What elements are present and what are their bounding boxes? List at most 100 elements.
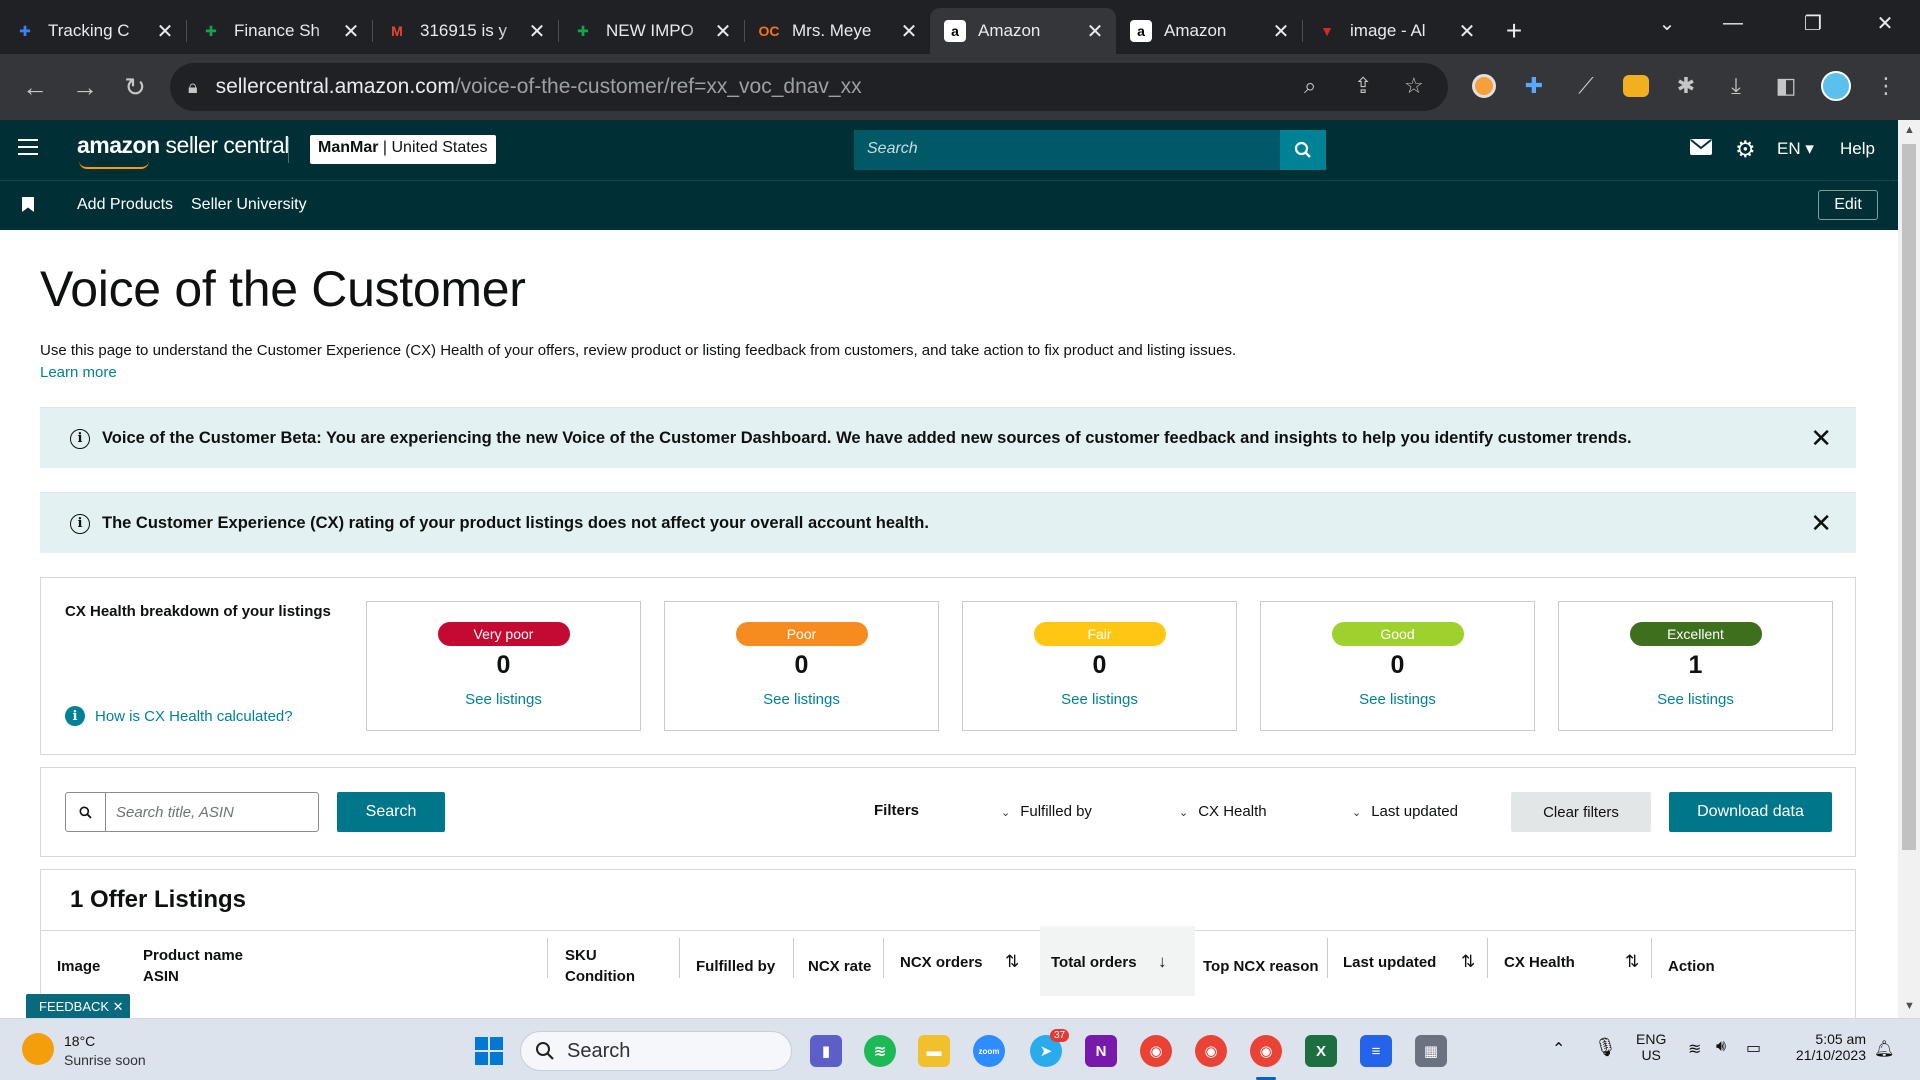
browser-tab[interactable]: M 316915 is y ✕ [372, 8, 558, 54]
header-search-button[interactable] [1280, 130, 1326, 170]
tray-overflow-chevron-icon[interactable]: ⌃ [1552, 1039, 1565, 1059]
browser-menu-icon[interactable]: ⋮ [1870, 70, 1902, 102]
weather-temp[interactable]: 18°C [64, 1033, 95, 1049]
browser-tab[interactable]: a Amazon ✕ [1116, 8, 1302, 54]
see-listings-link[interactable]: See listings [665, 691, 938, 708]
close-tab-icon[interactable]: ✕ [898, 19, 920, 44]
new-tab-button[interactable]: + [1488, 8, 1540, 54]
volume-icon[interactable]: 🔊︎ [1716, 1038, 1726, 1056]
edit-nav-button[interactable]: Edit [1818, 190, 1878, 220]
wifi-icon[interactable]: ≋ [1688, 1039, 1701, 1059]
download-data-button[interactable]: Download data [1669, 792, 1832, 832]
browser-tab[interactable]: ▼ image - Al ✕ [1302, 8, 1488, 54]
language-selector[interactable]: EN ▾ [1777, 139, 1814, 159]
weather-sun-icon[interactable] [22, 1033, 54, 1065]
scrollbar-thumb[interactable] [1902, 144, 1916, 850]
clear-filters-button[interactable]: Clear filters [1511, 792, 1651, 832]
taskbar-search[interactable]: Search [520, 1031, 792, 1071]
forward-button[interactable]: → [60, 67, 110, 107]
extension-plus-icon[interactable]: ✚ [1518, 70, 1550, 102]
see-listings-link[interactable]: See listings [367, 691, 640, 708]
feedback-button[interactable]: FEEDBACK ✕ [26, 994, 130, 1020]
file-explorer-icon[interactable]: ▬ [918, 1035, 950, 1067]
close-icon[interactable]: ✕ [1810, 508, 1832, 539]
see-listings-link[interactable]: See listings [1559, 691, 1832, 708]
browser-tab[interactable]: OC Mrs. Meye ✕ [744, 8, 930, 54]
listing-search-button[interactable]: Search [337, 792, 445, 832]
browser-tab[interactable]: ✚ Tracking C ✕ [0, 8, 186, 54]
cx-health-help-link[interactable]: i How is CX Health calculated? [65, 706, 293, 726]
cx-health-dropdown[interactable]: ⌄ CX Health [1179, 803, 1267, 820]
store-switcher[interactable]: ManMar | United States [310, 135, 496, 164]
microphone-icon[interactable]: 🎙︎ [1594, 1037, 1617, 1058]
col-cx-health[interactable]: CX Health [1504, 952, 1575, 973]
teams-chat-icon[interactable]: ▮ [810, 1035, 842, 1067]
extension-orange-icon[interactable] [1468, 70, 1500, 102]
last-updated-dropdown[interactable]: ⌄ Last updated [1352, 803, 1458, 820]
close-icon[interactable]: ✕ [1810, 423, 1832, 454]
notification-bell-icon[interactable]: 🔔︎ [1874, 1039, 1894, 1059]
close-tab-icon[interactable]: ✕ [712, 19, 734, 44]
tab-search-chevron-icon[interactable]: ⌄ [1634, 0, 1700, 46]
chrome-profile-icon[interactable]: ◉ [1195, 1035, 1227, 1067]
onenote-icon[interactable]: N [1085, 1035, 1117, 1067]
minimize-button[interactable]: — [1700, 0, 1766, 46]
chrome-active-icon[interactable]: ◉ [1250, 1035, 1282, 1067]
bookmark-icon[interactable] [22, 197, 34, 212]
sort-icon[interactable]: ⇅ [1005, 952, 1019, 972]
hamburger-menu-icon[interactable] [18, 139, 38, 155]
close-tab-icon[interactable]: ✕ [526, 19, 548, 44]
sort-icon[interactable]: ⇅ [1461, 952, 1475, 972]
help-link[interactable]: Help [1840, 139, 1875, 159]
browser-tab[interactable]: ✚ Finance Sh ✕ [186, 8, 372, 54]
excel-icon[interactable]: X [1305, 1035, 1337, 1067]
col-ncx-orders[interactable]: NCX orders [900, 952, 983, 973]
close-tab-icon[interactable]: ✕ [1270, 19, 1292, 44]
close-tab-icon[interactable]: ✕ [154, 19, 176, 44]
back-button[interactable]: ← [10, 67, 60, 107]
close-tab-icon[interactable]: ✕ [1456, 19, 1478, 44]
extension-pen-icon[interactable]: ⟋ [1570, 70, 1602, 102]
windows-start-icon[interactable] [473, 1035, 505, 1067]
seller-central-logo[interactable]: amazon seller central [77, 132, 289, 169]
nav-seller-university[interactable]: Seller University [191, 196, 307, 214]
bookmark-star-icon[interactable]: ☆ [1404, 73, 1424, 99]
side-panel-icon[interactable]: ◧ [1770, 70, 1802, 102]
profile-avatar[interactable] [1820, 70, 1852, 102]
settings-gear-icon[interactable]: ⚙ [1735, 136, 1756, 163]
calculator-icon[interactable]: ▦ [1415, 1035, 1447, 1067]
close-window-button[interactable]: ✕ [1852, 0, 1918, 46]
mail-icon[interactable] [1690, 138, 1712, 161]
header-search-input[interactable]: Search [854, 130, 1326, 170]
col-last-updated[interactable]: Last updated [1343, 952, 1436, 973]
listing-search-input[interactable]: Search title, ASIN [65, 792, 319, 832]
share-icon[interactable]: ⇪ [1354, 73, 1372, 99]
browser-tab[interactable]: a Amazon ✕ [930, 8, 1116, 54]
fulfilled-by-dropdown[interactable]: ⌄ Fulfilled by [1001, 803, 1092, 820]
col-total-orders[interactable]: Total orders [1051, 952, 1137, 973]
address-bar[interactable]: 🔒︎ sellercentral.amazon.com/voice-of-the… [170, 63, 1448, 111]
zoom-icon[interactable]: zoom [973, 1035, 1005, 1067]
spotify-icon[interactable]: ≋ [864, 1035, 896, 1067]
see-listings-link[interactable]: See listings [963, 691, 1236, 708]
reload-button[interactable]: ↻ [110, 67, 160, 107]
battery-icon[interactable]: ▭ [1746, 1038, 1761, 1058]
page-scrollbar[interactable]: ▲ ▼ [1898, 120, 1920, 1018]
restore-button[interactable]: ❐ [1780, 0, 1846, 46]
download-icon[interactable]: ⤓ [1720, 70, 1752, 102]
extensions-puzzle-icon[interactable]: ✱ [1670, 70, 1702, 102]
weather-status[interactable]: Sunrise soon [64, 1052, 146, 1068]
sort-icon[interactable]: ⇅ [1625, 952, 1639, 972]
scroll-up-arrow-icon[interactable]: ▲ [1904, 124, 1915, 136]
nav-add-products[interactable]: Add Products [77, 196, 173, 214]
close-tab-icon[interactable]: ✕ [340, 19, 362, 44]
learn-more-link[interactable]: Learn more [40, 364, 117, 381]
notepad-icon[interactable]: ≡ [1360, 1035, 1392, 1067]
chrome-icon[interactable]: ◉ [1140, 1035, 1172, 1067]
input-lang[interactable]: ENG US [1636, 1031, 1666, 1063]
zoom-icon[interactable]: ⌕ [1304, 73, 1316, 99]
clock[interactable]: 5:05 am 21/10/2023 [1786, 1031, 1866, 1063]
close-tab-icon[interactable]: ✕ [1084, 19, 1106, 44]
sort-down-icon[interactable]: ↓ [1158, 952, 1167, 972]
browser-tab[interactable]: ✚ NEW IMPO ✕ [558, 8, 744, 54]
